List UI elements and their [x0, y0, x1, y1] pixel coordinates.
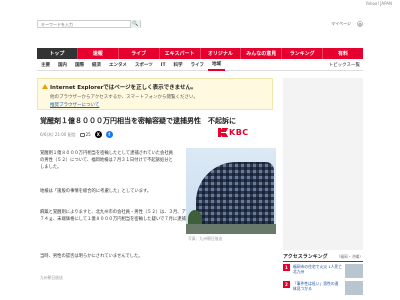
- tab-it[interactable]: IT: [157, 60, 170, 71]
- nav-live[interactable]: ライブ: [119, 48, 160, 59]
- rank-thumbnail: [345, 264, 363, 278]
- ranking-header: アクセスランキング （福岡・沖縄）: [283, 253, 363, 262]
- warning-body: 他のブラウザーからアクセスするか、スマートフォンから閲覧ください。: [50, 95, 199, 100]
- warning-title: Internet Explorerではページを正しく表示できません。: [50, 85, 197, 91]
- sidebar-ad-area: [283, 78, 363, 250]
- article-meta: 6/6(木) 21:00 配信 25 X f: [40, 131, 113, 138]
- kbc-logo-text: KBC: [229, 128, 249, 137]
- search-button[interactable]: 🔍: [130, 20, 140, 28]
- settings-icon[interactable]: ⚙: [357, 21, 363, 27]
- ranking-title: アクセスランキング: [283, 254, 328, 260]
- comment-icon: [79, 132, 85, 137]
- nav-breaking[interactable]: 速報: [78, 48, 119, 59]
- search-box: 🔍: [37, 20, 141, 28]
- article-credit: 九州朝日放送: [40, 275, 63, 280]
- publish-date: 6/6(木) 21:00 配信: [40, 131, 76, 137]
- nav-paid[interactable]: 有料: [323, 48, 363, 59]
- x-share-icon[interactable]: X: [94, 131, 102, 138]
- category-nav: 主要 国内 国際 経済 エンタメ スポーツ IT 科学 ライフ 地域 トピックス…: [37, 60, 363, 71]
- rank-thumbnail: [345, 281, 363, 295]
- top-bar: Yahoo! JAPAN: [0, 0, 400, 6]
- rank-number: 1: [283, 264, 290, 271]
- article-photo[interactable]: [186, 148, 276, 234]
- header: 🔍 マイページ ⚙: [37, 12, 363, 36]
- tab-science[interactable]: 科学: [170, 60, 187, 71]
- article-title: 覚醒剤１億８０００万円相当を密輸容疑で逮捕男性 不起訴に: [40, 117, 236, 125]
- ranking-item[interactable]: 1 福岡市の住宅で火災 1人死亡 北九州: [283, 264, 363, 280]
- tab-life[interactable]: ライフ: [187, 60, 209, 71]
- photo-caption: 写真：九州朝日放送: [188, 236, 223, 241]
- ground-image: [186, 224, 276, 234]
- topics-list-link[interactable]: トピックス一覧: [329, 62, 363, 68]
- tab-main[interactable]: 主要: [37, 60, 54, 71]
- my-page-link[interactable]: マイページ: [331, 21, 351, 27]
- tab-economy[interactable]: 経済: [88, 60, 105, 71]
- nav-original[interactable]: オリジナル: [201, 48, 242, 59]
- nav-top[interactable]: トップ: [37, 48, 78, 59]
- comment-count[interactable]: 25: [79, 132, 91, 137]
- main-nav: トップ 速報 ライブ エキスパート オリジナル みんなの意見 ランキング 有料: [37, 48, 363, 59]
- header-actions: マイページ ⚙: [331, 21, 363, 27]
- rank-number: 2: [283, 281, 290, 288]
- search-input[interactable]: [41, 21, 121, 27]
- nav-ranking[interactable]: ランキング: [282, 48, 324, 59]
- rank-headline[interactable]: 「事件性は低い」男性の遺体見つかる: [293, 281, 342, 297]
- tab-local[interactable]: 地域: [208, 60, 226, 71]
- kbc-logo[interactable]: KBC: [218, 128, 249, 137]
- nav-expert[interactable]: エキスパート: [160, 48, 201, 59]
- rank-headline[interactable]: 福岡市の住宅で火災 1人死亡 北九州: [293, 264, 342, 280]
- kbc-mark-icon: [218, 128, 229, 137]
- browser-warning: Internet Explorerではページを正しく表示できません。 他のブラウ…: [37, 78, 273, 110]
- ranking-region: （福岡・沖縄）: [336, 254, 363, 259]
- comment-number: 25: [85, 132, 91, 137]
- article-paragraph-1: 覚醒剤１億８０００万円相当を密輸したとして逮捕されていた会社員の男性（５２）につ…: [40, 151, 173, 171]
- ranking-item[interactable]: 2 「事件性は低い」男性の遺体見つかる: [283, 281, 363, 297]
- tab-international[interactable]: 国際: [71, 60, 88, 71]
- facebook-share-icon[interactable]: f: [105, 131, 113, 138]
- yahoo-japan-link[interactable]: Yahoo! JAPAN: [366, 1, 392, 6]
- tab-domestic[interactable]: 国内: [54, 60, 71, 71]
- article-paragraph-2: 地検は「諸般の事情を総合的に考慮した」としています。: [40, 189, 152, 194]
- nav-opinions[interactable]: みんなの意見: [241, 48, 283, 59]
- warning-icon: [42, 84, 48, 89]
- tab-entertainment[interactable]: エンタメ: [105, 60, 131, 71]
- tab-sports[interactable]: スポーツ: [131, 60, 157, 71]
- article-paragraph-4: 当時、男性の認否は明らかにされていませんでした。: [40, 254, 143, 259]
- recommended-browser-link[interactable]: 推奨ブラウザーについて: [50, 102, 99, 108]
- building-image: [196, 162, 274, 224]
